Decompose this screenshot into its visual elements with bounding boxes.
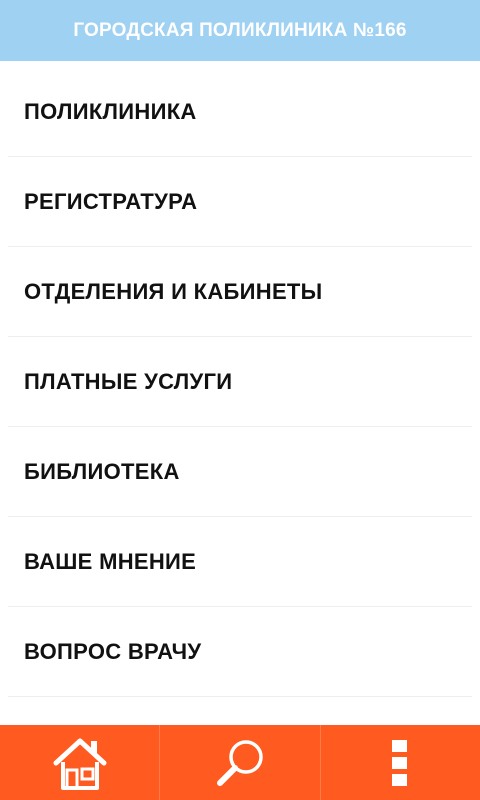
menu-item-ask-doctor[interactable]: ВОПРОС ВРАЧУ bbox=[8, 607, 472, 697]
search-icon bbox=[212, 735, 268, 791]
more-vertical-icon bbox=[390, 738, 410, 788]
home-button[interactable] bbox=[0, 725, 159, 800]
menu-item-label: ОТДЕЛЕНИЯ И КАБИНЕТЫ bbox=[24, 278, 323, 304]
menu-item-label: ВАШЕ МНЕНИЕ bbox=[24, 548, 197, 574]
menu-item-library[interactable]: БИБЛИОТЕКА bbox=[8, 427, 472, 517]
menu-item-label: ВОПРОС ВРАЧУ bbox=[24, 638, 202, 664]
main-menu: ПОЛИКЛИНИКА РЕГИСТРАТУРА ОТДЕЛЕНИЯ И КАБ… bbox=[0, 67, 480, 697]
menu-item-paid-services[interactable]: ПЛАТНЫЕ УСЛУГИ bbox=[8, 337, 472, 427]
page-title: ГОРОДСКАЯ ПОЛИКЛИНИКА №166 bbox=[73, 19, 407, 41]
menu-item-registry[interactable]: РЕГИСТРАТУРА bbox=[8, 157, 472, 247]
menu-item-departments[interactable]: ОТДЕЛЕНИЯ И КАБИНЕТЫ bbox=[8, 247, 472, 337]
menu-item-label: БИБЛИОТЕКА bbox=[24, 458, 180, 484]
menu-item-polyclinic[interactable]: ПОЛИКЛИНИКА bbox=[8, 67, 472, 157]
menu-item-label: ПЛАТНЫЕ УСЛУГИ bbox=[24, 368, 233, 394]
bottom-nav-bar bbox=[0, 725, 480, 800]
menu-item-label: РЕГИСТРАТУРА bbox=[24, 188, 198, 214]
app-header: ГОРОДСКАЯ ПОЛИКЛИНИКА №166 bbox=[0, 0, 480, 61]
more-button[interactable] bbox=[319, 725, 480, 800]
menu-item-your-opinion[interactable]: ВАШЕ МНЕНИЕ bbox=[8, 517, 472, 607]
home-icon bbox=[52, 735, 108, 791]
search-button[interactable] bbox=[159, 725, 319, 800]
app-screen: ГОРОДСКАЯ ПОЛИКЛИНИКА №166 ПОЛИКЛИНИКА Р… bbox=[0, 0, 480, 800]
menu-item-label: ПОЛИКЛИНИКА bbox=[24, 98, 197, 124]
